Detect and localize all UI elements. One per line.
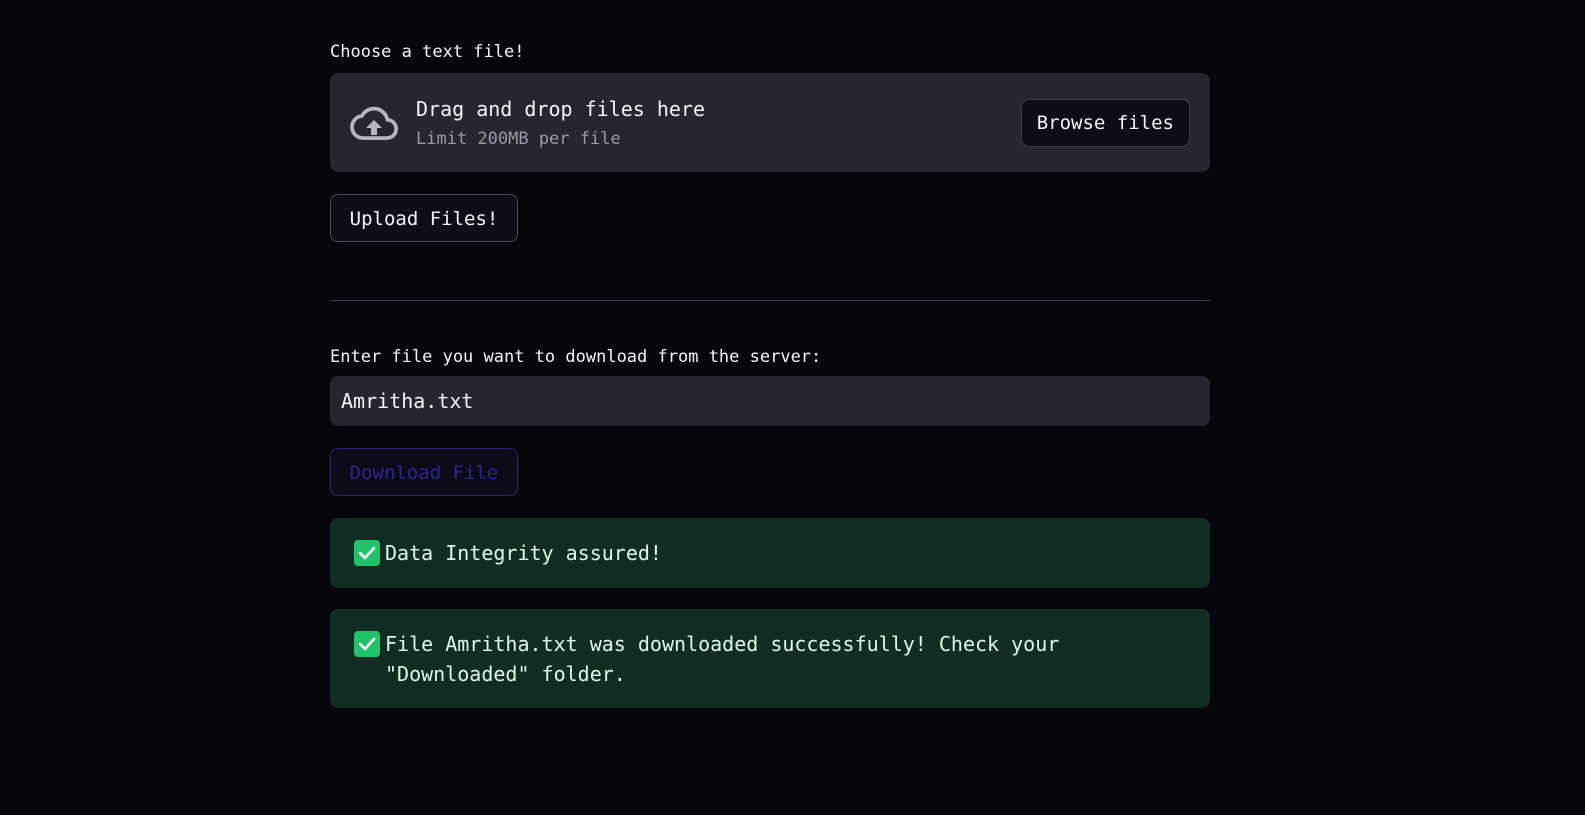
upload-files-button[interactable]: Upload Files!: [330, 194, 518, 242]
file-dropzone[interactable]: Drag and drop files here Limit 200MB per…: [330, 73, 1210, 172]
download-filename-input[interactable]: [330, 376, 1210, 426]
alert-message: Data Integrity assured!: [385, 541, 662, 565]
check-icon: [354, 540, 380, 566]
section-divider: [330, 300, 1210, 301]
dropzone-limit: Limit 200MB per file: [416, 129, 621, 149]
download-file-button[interactable]: Download File: [330, 448, 518, 496]
download-success-alert: File Amritha.txt was downloaded successf…: [330, 609, 1210, 708]
browse-files-button[interactable]: Browse files: [1020, 99, 1190, 147]
file-uploader-label: Choose a text file!: [330, 42, 525, 62]
alert-message: File Amritha.txt was downloaded successf…: [385, 632, 1060, 686]
download-input-label: Enter file you want to download from the…: [330, 347, 822, 367]
dropzone-title: Drag and drop files here: [416, 97, 705, 121]
check-icon: [354, 631, 380, 657]
integrity-success-alert: Data Integrity assured!: [330, 518, 1210, 588]
cloud-upload-icon: [350, 106, 398, 140]
